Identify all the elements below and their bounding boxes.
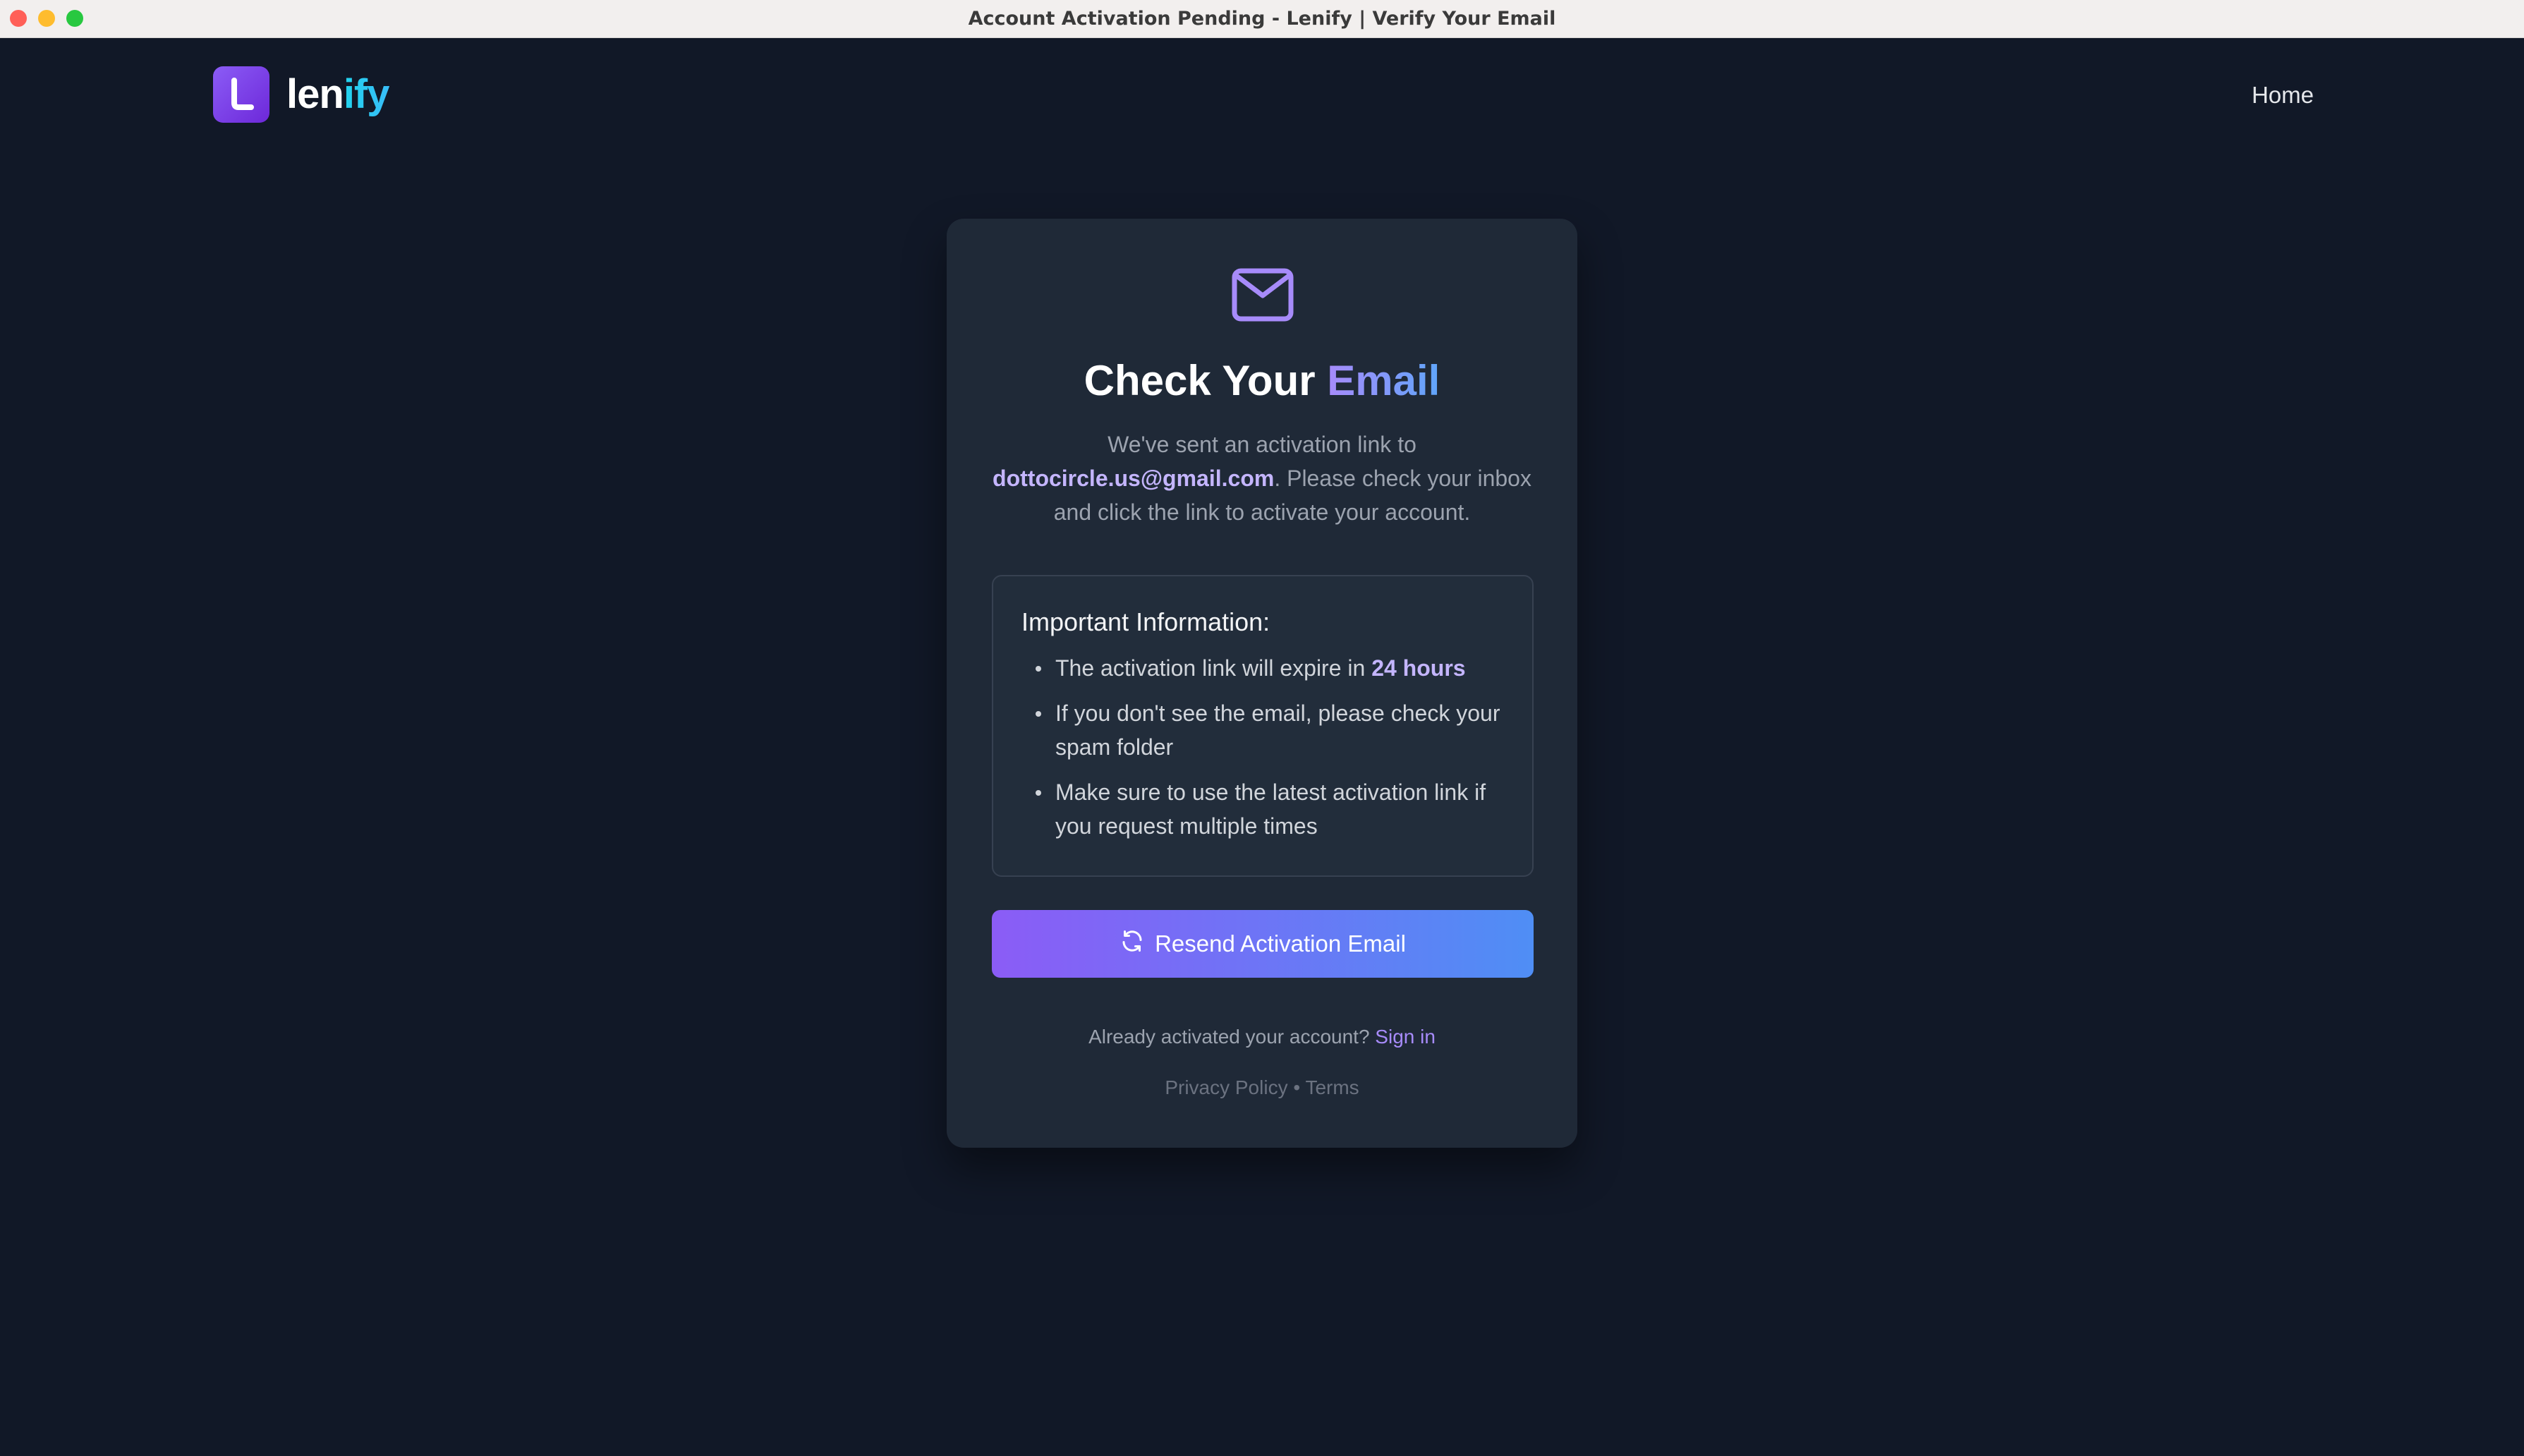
info-item-expiry: The activation link will expire in 24 ho… <box>1021 651 1515 685</box>
terms-link[interactable]: Terms <box>1305 1076 1359 1098</box>
mail-icon <box>1231 267 1294 322</box>
signin-row: Already activated your account? Sign in <box>947 1023 1577 1051</box>
info-item-expiry-highlight: 24 hours <box>1371 655 1466 681</box>
important-info-box: Important Information: The activation li… <box>992 575 1534 877</box>
window-title: Account Activation Pending - Lenify | Ve… <box>968 8 1556 30</box>
lenify-logo-text[interactable]: lenify <box>286 69 389 120</box>
title-highlight: Email <box>1327 357 1440 404</box>
privacy-policy-link[interactable]: Privacy Policy <box>1165 1076 1287 1098</box>
window-titlebar: Account Activation Pending - Lenify | Ve… <box>0 0 2524 38</box>
resend-button-label: Resend Activation Email <box>1155 930 1406 957</box>
footer-links: Privacy Policy • Terms <box>947 1074 1577 1102</box>
info-title: Important Information: <box>1021 607 1270 636</box>
info-item-spam: If you don't see the email, please check… <box>1021 696 1515 764</box>
refresh-icon <box>1120 928 1145 959</box>
title-prefix: Check Your <box>1084 357 1316 404</box>
lenify-logo-icon[interactable] <box>213 66 269 123</box>
logo-text-part1: len <box>286 71 344 117</box>
info-item-latest-link: Make sure to use the latest activation l… <box>1021 775 1515 843</box>
activation-description: We've sent an activation link to dottoci… <box>983 427 1541 529</box>
info-item-expiry-text: The activation link will expire in <box>1055 655 1366 681</box>
footer-separator: • <box>1293 1076 1301 1098</box>
desc-line1: We've sent an activation link to <box>1108 432 1416 457</box>
signin-prompt: Already activated your account? <box>1088 1026 1370 1048</box>
info-list: The activation link will expire in 24 ho… <box>1021 651 1515 854</box>
nav-home-link[interactable]: Home <box>2222 78 2314 113</box>
logo-text-part2: ify <box>343 71 390 117</box>
activation-card: Check Your Email We've sent an activatio… <box>947 219 1577 1148</box>
signin-link[interactable]: Sign in <box>1375 1026 1436 1048</box>
user-email: dottocircle.us@gmail.com <box>993 466 1275 491</box>
page-title: Check Your Email <box>947 353 1577 409</box>
resend-activation-button[interactable]: Resend Activation Email <box>992 910 1534 978</box>
